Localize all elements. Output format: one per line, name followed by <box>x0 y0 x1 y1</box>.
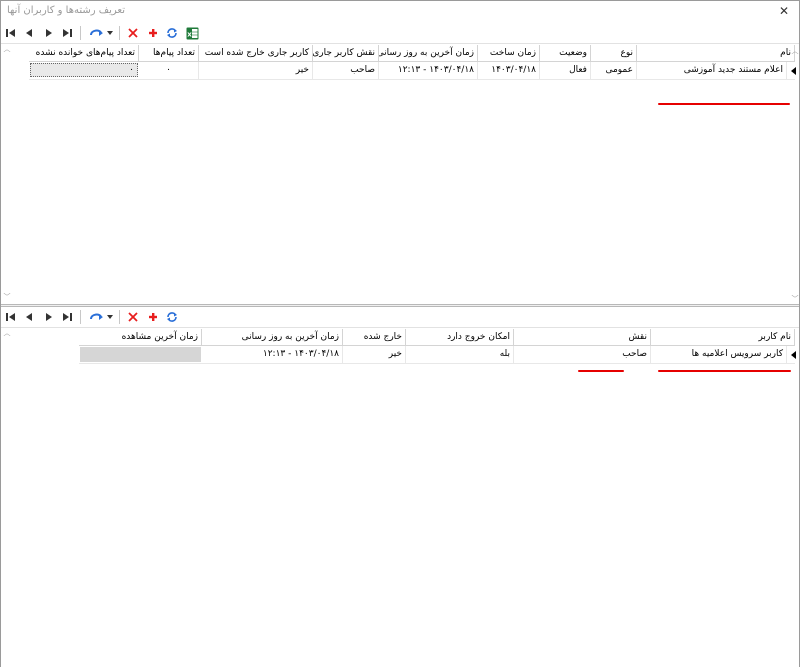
col-header-user-name[interactable]: نام کاربر <box>651 329 795 346</box>
last-record-button[interactable] <box>59 25 75 41</box>
users-scroll-up-left[interactable]: ︿ <box>3 329 11 337</box>
users-first-record-button[interactable] <box>3 309 19 325</box>
col-header-unread-count[interactable]: تعداد پیام‌های خوانده نشده <box>29 45 139 62</box>
first-record-icon <box>6 313 15 321</box>
cell-thread-last-update[interactable]: ۱۴۰۳/۰۴/۱۸ - ۱۲:۱۳ <box>379 62 478 79</box>
cell-user-role[interactable]: صاحب <box>514 346 651 363</box>
last-record-icon <box>63 29 72 37</box>
delete-icon <box>128 28 138 38</box>
add-icon <box>149 29 157 37</box>
refresh-icon <box>167 312 177 322</box>
window-title: تعریف رشته‌ها و کاربران آنها <box>7 5 125 16</box>
col-header-role[interactable]: نقش <box>514 329 651 346</box>
svg-text:x: x <box>187 30 192 38</box>
users-next-record-button[interactable] <box>41 309 57 325</box>
col-header-last-seen[interactable]: زمان آخرین مشاهده <box>79 329 202 346</box>
next-record-icon <box>46 29 52 37</box>
users-toolbar <box>1 307 799 328</box>
annotation-underline-role <box>578 370 624 372</box>
col-header-can-exit[interactable]: امکان خروج دارد <box>406 329 514 346</box>
annotation-underline <box>658 103 790 105</box>
threads-scroll-up-left[interactable]: ︿ <box>3 45 11 53</box>
actions-dropdown-icon <box>90 313 113 320</box>
cell-thread-unread-count: ۰ <box>129 65 134 75</box>
refresh-icon <box>167 28 177 38</box>
row-indicator-icon <box>788 346 798 363</box>
cell-thread-status[interactable]: فعال <box>540 62 591 79</box>
excel-export-button[interactable]: x <box>184 25 200 41</box>
next-record-icon <box>46 313 52 321</box>
threads-grid: نام نوع وضعیت زمان ساخت زمان آخرین به رو… <box>1 45 799 305</box>
col-header-users-last-update[interactable]: زمان آخرین به روز رسانی <box>202 329 343 346</box>
users-refresh-button[interactable] <box>164 309 180 325</box>
first-record-icon <box>6 29 15 37</box>
threads-panel: x نام نوع وضعیت زمان ساخت زمان آخرین به … <box>1 23 799 305</box>
add-icon <box>149 313 157 321</box>
next-record-button[interactable] <box>41 25 57 41</box>
delete-button[interactable] <box>125 25 141 41</box>
actions-dropdown-icon <box>90 29 113 36</box>
col-header-user-role[interactable]: نقش کاربر جاری <box>313 45 379 62</box>
col-header-exited[interactable]: خارج شده <box>343 329 406 346</box>
cell-thread-created[interactable]: ۱۴۰۳/۰۴/۱۸ <box>478 62 540 79</box>
cell-user-last-update[interactable]: ۱۴۰۳/۰۴/۱۸ - ۱۲:۱۳ <box>202 346 343 363</box>
cell-thread-user-role[interactable]: صاحب <box>313 62 379 79</box>
cell-thread-user-exited[interactable]: خیر <box>199 62 313 79</box>
previous-record-icon <box>26 29 32 37</box>
col-header-created[interactable]: زمان ساخت <box>478 45 540 62</box>
actions-dropdown-button[interactable] <box>87 25 115 41</box>
first-record-button[interactable] <box>3 25 19 41</box>
cell-user-last-seen[interactable] <box>80 346 201 363</box>
col-header-message-count[interactable]: تعداد پیام‌ها <box>139 45 199 62</box>
col-header-status[interactable]: وضعیت <box>540 45 591 62</box>
cell-thread-name[interactable]: اعلام مستند جدید آموزشی <box>637 62 787 79</box>
col-header-type[interactable]: نوع <box>591 45 637 62</box>
last-record-icon <box>63 313 72 321</box>
threads-toolbar: x <box>1 23 799 44</box>
users-add-button[interactable] <box>145 309 161 325</box>
annotation-underline-user <box>658 370 791 372</box>
cell-thread-type[interactable]: عمومی <box>591 62 637 79</box>
users-previous-record-button[interactable] <box>21 309 37 325</box>
title-bar: تعریف رشته‌ها و کاربران آنها ✕ <box>1 1 799 23</box>
users-actions-dropdown-button[interactable] <box>87 309 115 325</box>
dialog-window: تعریف رشته‌ها و کاربران آنها ✕ <box>0 0 800 667</box>
users-panel: نام کاربر نقش امکان خروج دارد خارج شده ز… <box>1 307 799 667</box>
excel-export-icon: x <box>186 27 198 39</box>
close-button[interactable]: ✕ <box>777 4 791 18</box>
cell-user-name[interactable]: کاربر سرویس اعلامیه ها <box>651 346 787 363</box>
previous-record-button[interactable] <box>21 25 37 41</box>
cell-user-exited[interactable]: خیر <box>343 346 406 363</box>
threads-scroll-down-left[interactable]: ﹀ <box>3 293 11 301</box>
delete-icon <box>128 312 138 322</box>
col-header-name[interactable]: نام <box>637 45 795 62</box>
cell-user-can-exit[interactable]: بله <box>406 346 514 363</box>
previous-record-icon <box>26 313 32 321</box>
users-grid: نام کاربر نقش امکان خروج دارد خارج شده ز… <box>1 329 799 667</box>
add-button[interactable] <box>145 25 161 41</box>
refresh-button[interactable] <box>164 25 180 41</box>
col-header-last-update[interactable]: زمان آخرین به روز رسانی <box>379 45 478 62</box>
users-last-record-button[interactable] <box>59 309 75 325</box>
col-header-user-exited[interactable]: کاربر جاری خارج شده است <box>199 45 313 62</box>
users-delete-button[interactable] <box>125 309 141 325</box>
threads-scrollbar[interactable]: ︿ ﹀ <box>791 45 799 305</box>
cell-thread-message-count[interactable]: ۰ <box>139 62 199 79</box>
